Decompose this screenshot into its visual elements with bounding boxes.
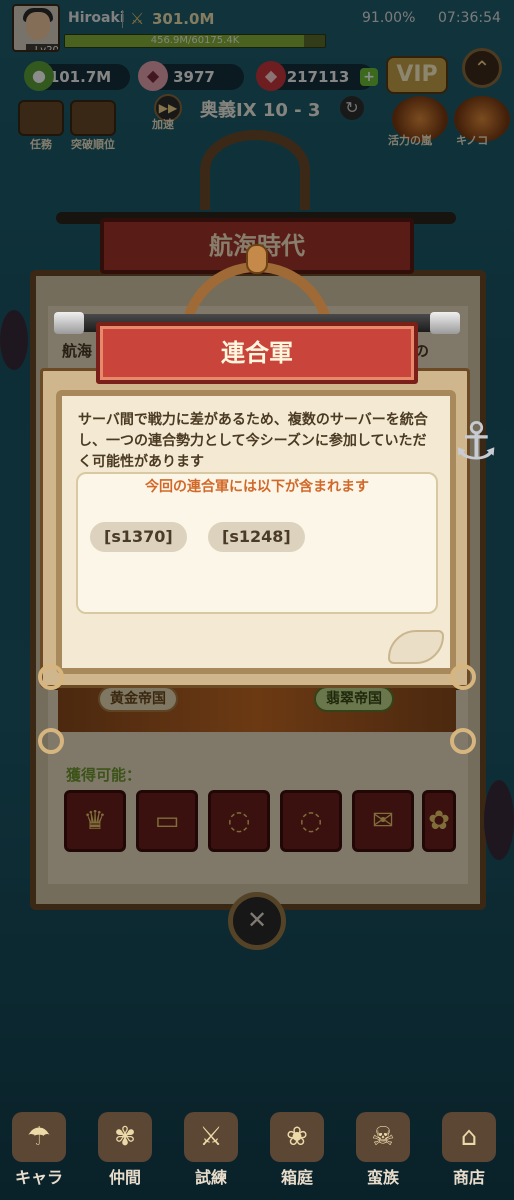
reward-item[interactable]: ◌ <box>280 790 342 852</box>
stage-label: 奥義IX 10 - 3 <box>200 100 321 121</box>
rod-cap-left <box>54 312 84 334</box>
nav-label: 試練 <box>194 1168 227 1187</box>
storm-frame-icon: ◌ <box>299 806 323 836</box>
voyage-text-left: 航海 <box>62 342 93 360</box>
avatar-face <box>26 12 50 40</box>
nav-companion[interactable]: ✾ 仲間 <box>86 1112 164 1192</box>
currency-gem-value: 3977 <box>173 68 215 86</box>
treasure-map-icon: ✉ <box>372 806 394 836</box>
breakthrough-label: 突破順位 <box>71 138 115 151</box>
vip-button[interactable]: VIP <box>386 56 448 94</box>
currency-gem[interactable]: ◆ 3977 <box>138 61 244 91</box>
event-mushroom-label: キノコ <box>456 134 489 147</box>
crown-frame-icon: ♛ <box>83 806 107 836</box>
exp-bar: 456.9M/60175.4K <box>64 34 326 48</box>
server-list-title: 今回の連合軍には以下が含まれます <box>145 479 369 495</box>
clock: 07:36:54 <box>438 10 501 26</box>
ship-wheel-top <box>200 130 310 210</box>
speed-label: 加速 <box>152 118 174 131</box>
modal-description: サーバ間で戦力に差があるため、複数のサーバーを統合し、一つの連合勢力として今シー… <box>78 412 428 470</box>
faction-golden-empire[interactable]: 黄金帝国 <box>98 686 178 712</box>
tentacle-left <box>0 310 28 370</box>
chevron-up-icon[interactable]: ⌃ <box>462 48 502 88</box>
tentacle-right <box>484 780 514 860</box>
currency-ruby-value: 217113 <box>286 68 350 86</box>
divider <box>122 10 123 28</box>
nav-trial[interactable]: ⚔ 試練 <box>172 1112 250 1192</box>
nav-label: キャラ <box>14 1168 63 1187</box>
modal-title: 連合軍 <box>221 339 293 367</box>
top-status-bar: Lv200 Hiroaki ⚔ 301.0M 91.00% 07:36:54 4… <box>0 0 514 56</box>
mushroom-icon: ☂ <box>12 1112 66 1162</box>
nav-barbarian[interactable]: ☠ 蛮族 <box>344 1112 422 1192</box>
faction-jade-empire[interactable]: 翡翠帝国 <box>314 686 394 712</box>
nav-character[interactable]: ☂ キャラ <box>0 1112 78 1192</box>
ship-wheel-knob <box>246 244 268 274</box>
currency-coin-value: 101.7M <box>48 68 112 86</box>
nav-label: 箱庭 <box>280 1168 313 1187</box>
event-storm-label: 活力の嵐 <box>388 134 432 147</box>
nav-garden[interactable]: ❀ 箱庭 <box>258 1112 336 1192</box>
reward-item[interactable]: ✿ <box>422 790 456 852</box>
pink-gem-icon: ◆ <box>138 61 168 91</box>
nav-label: 商店 <box>452 1168 485 1187</box>
modal-banner: 連合軍 <box>96 322 418 384</box>
nav-shop[interactable]: ⌂ 商店 <box>430 1112 508 1192</box>
rod-cap-right <box>430 312 460 334</box>
server-chip: [s1370] <box>90 522 187 552</box>
rope-knot <box>450 664 476 690</box>
close-button[interactable]: ✕ <box>228 892 286 950</box>
coin-icon: ● <box>24 61 54 91</box>
shop-icon: ⌂ <box>442 1112 496 1162</box>
reward-item[interactable]: ▭ <box>136 790 198 852</box>
crossed-swords-icon: ⚔ <box>130 9 145 28</box>
reward-item[interactable]: ◌ <box>208 790 270 852</box>
combat-power: 301.0M <box>152 10 215 28</box>
crossed-swords-icon: ⚔ <box>184 1112 238 1162</box>
refresh-icon[interactable]: ↻ <box>340 96 364 120</box>
player-avatar[interactable]: Lv200 <box>12 4 60 52</box>
task-button[interactable] <box>18 100 64 136</box>
speech-bubble-icon: ▭ <box>154 806 180 836</box>
rope-knot <box>38 664 64 690</box>
anchor-icon: ⚓ <box>452 412 500 472</box>
reward-item[interactable]: ✉ <box>352 790 414 852</box>
paw-icon: ✾ <box>98 1112 152 1162</box>
server-chip: [s1248] <box>208 522 305 552</box>
breakthrough-button[interactable] <box>70 100 116 136</box>
reward-item[interactable]: ♛ <box>64 790 126 852</box>
exp-text: 456.9M/60175.4K <box>150 35 240 46</box>
nav-label: 仲間 <box>108 1168 141 1187</box>
rope-knot <box>450 728 476 754</box>
sea-creature-icon: ✿ <box>428 806 450 836</box>
currency-coin[interactable]: ● 101.7M <box>24 61 130 91</box>
battery-status: 91.00% <box>362 10 416 26</box>
ruby-icon: ◆ <box>256 61 286 91</box>
skull-icon: ☠ <box>356 1112 410 1162</box>
currency-ruby[interactable]: ◆ 217113 + <box>256 61 378 91</box>
task-label: 任務 <box>30 138 52 151</box>
rope-knot <box>38 728 64 754</box>
player-name: Hiroaki <box>68 10 125 26</box>
nav-label: 蛮族 <box>366 1168 399 1187</box>
player-level: Lv200 <box>26 44 58 50</box>
wave-frame-icon: ◌ <box>227 806 251 836</box>
garden-icon: ❀ <box>270 1112 324 1162</box>
rewards-label: 獲得可能： <box>66 766 142 784</box>
add-ruby-button[interactable]: + <box>360 68 378 86</box>
